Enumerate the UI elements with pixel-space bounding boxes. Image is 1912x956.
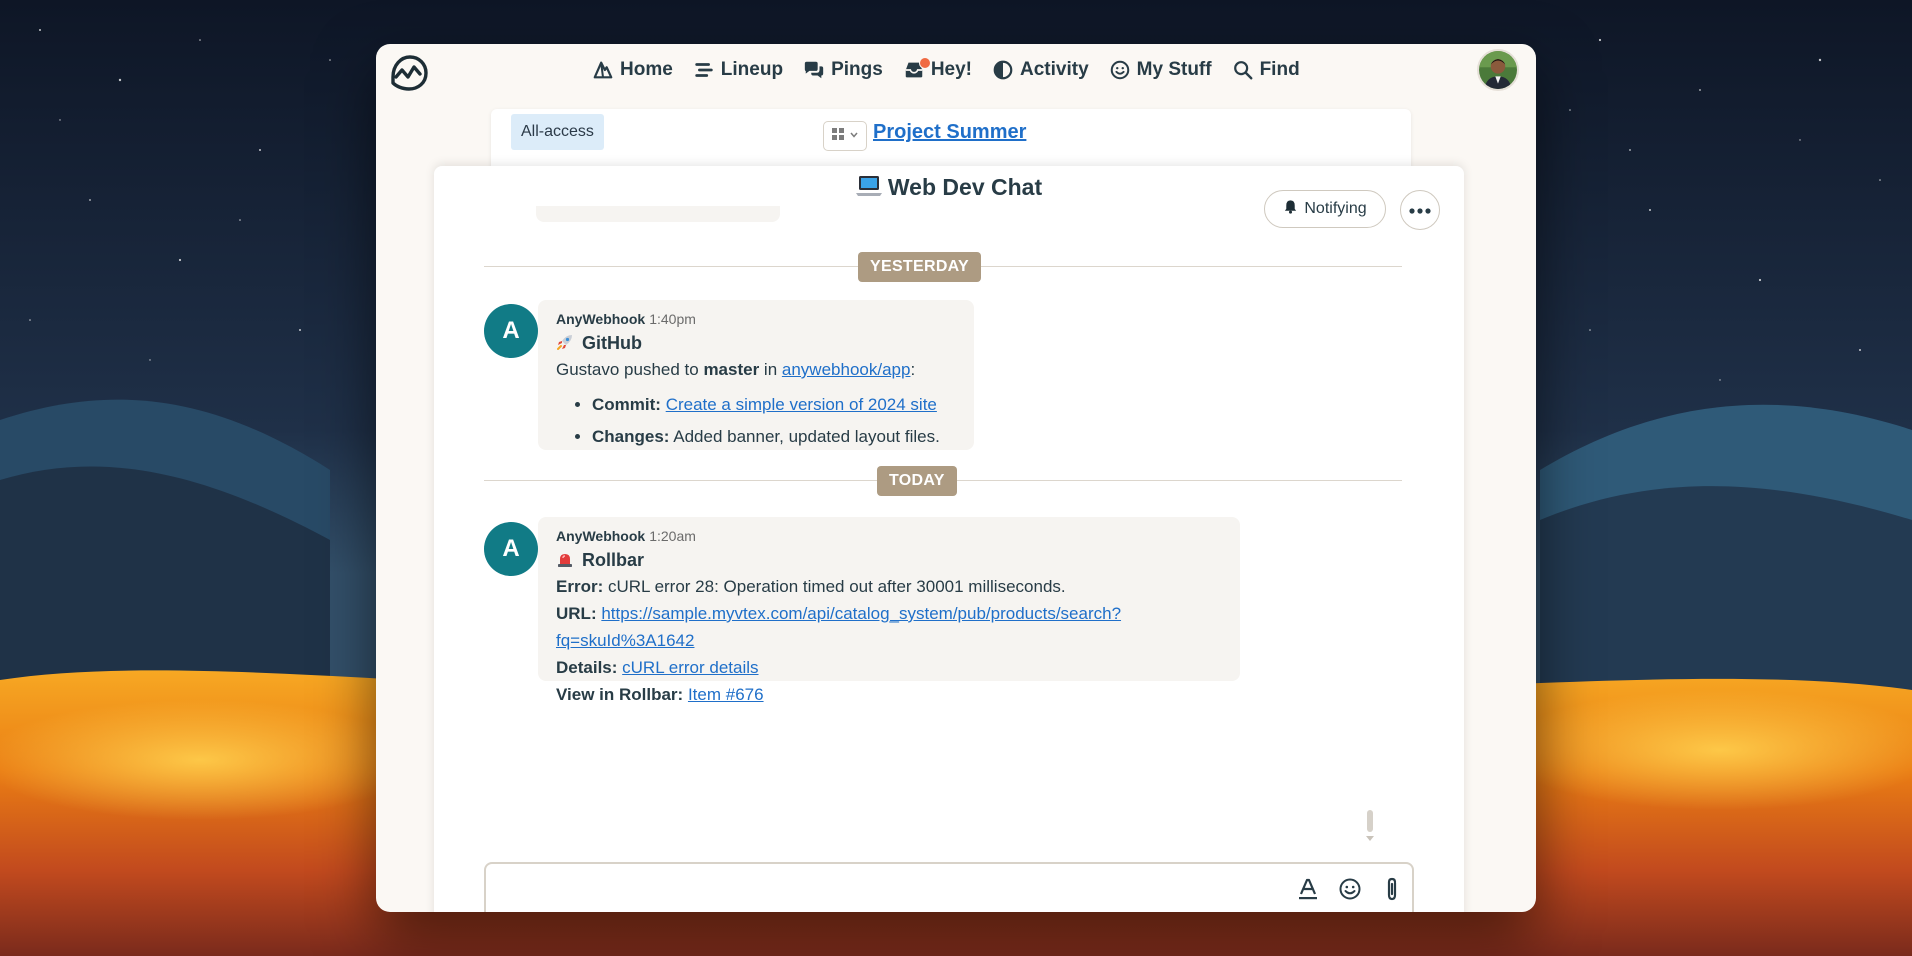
message-composer[interactable] — [484, 862, 1414, 912]
nav-pings-label: Pings — [831, 59, 883, 80]
rollbar-label: View in Rollbar: — [556, 685, 684, 704]
nav-home-label: Home — [620, 59, 673, 80]
day-badge-today: TODAY — [877, 466, 957, 496]
access-badge: All-access — [511, 114, 604, 150]
paperclip-icon — [1384, 876, 1400, 907]
bell-icon — [1283, 199, 1298, 219]
nav-lineup[interactable]: Lineup — [683, 59, 793, 81]
rollbar-line: View in Rollbar: Item #676 — [556, 681, 1222, 708]
notifying-label: Notifying — [1304, 200, 1367, 217]
changes-text: Added banner, updated layout files. — [673, 427, 940, 446]
intro-text: Gustavo pushed to — [556, 360, 704, 379]
project-bar: All-access Project Summer — [491, 109, 1411, 169]
intro-text: in — [759, 360, 782, 379]
message-title: Rollbar — [556, 547, 1222, 573]
message-bubble-rollbar: AnyWebhook 1:20am Rollbar Error: cURL err… — [538, 517, 1240, 704]
user-avatar[interactable] — [1477, 49, 1519, 91]
nav-my-stuff[interactable]: My Stuff — [1099, 59, 1222, 81]
rollbar-item-link[interactable]: Item #676 — [688, 685, 764, 704]
nav-lineup-label: Lineup — [720, 59, 784, 80]
notification-dot — [918, 57, 931, 69]
list-item: Changes: Added banner, updated layout fi… — [592, 421, 956, 453]
list-item: Commit: Create a simple version of 2024 … — [592, 389, 956, 421]
intro-text: : — [910, 360, 916, 379]
home-icon — [592, 59, 614, 81]
url-link[interactable]: https://sample.myvtex.com/api/catalog_sy… — [601, 604, 1121, 623]
nav-find-label: Find — [1259, 59, 1300, 80]
grid-icon — [831, 127, 845, 146]
commit-link[interactable]: Create a simple version of 2024 site — [666, 395, 937, 414]
branch-name: master — [703, 360, 760, 379]
chat-card: Web Dev Chat Notifying YESTERDAY A AnyWe… — [434, 166, 1464, 912]
message-title-text: Rollbar — [582, 550, 645, 570]
nav-activity[interactable]: Activity — [982, 59, 1099, 81]
message-avatar[interactable]: A — [484, 304, 538, 358]
laptop-icon — [855, 174, 882, 204]
message-meta: AnyWebhook 1:40pm — [556, 310, 956, 328]
message-title-text: GitHub — [582, 333, 642, 353]
message-input[interactable] — [498, 874, 1282, 910]
nav-home[interactable]: Home — [582, 59, 683, 81]
url-line: URL: https://sample.myvtex.com/api/catal… — [556, 600, 1222, 654]
message-time[interactable]: 1:40pm — [649, 311, 696, 327]
changes-label: Changes: — [592, 427, 670, 446]
activity-icon — [992, 59, 1014, 81]
app-window: Home Lineup Pings Hey! Activity My Stuff… — [376, 44, 1536, 912]
details-label: Details: — [556, 658, 618, 677]
url-label: URL: — [556, 604, 597, 623]
message-author[interactable]: AnyWebhook — [556, 528, 645, 544]
app-logo-icon[interactable] — [386, 50, 430, 94]
details-line: Details: cURL error details — [556, 654, 1222, 681]
nav-my-stuff-label: My Stuff — [1136, 59, 1212, 80]
text-formatting-button[interactable] — [1294, 877, 1322, 905]
nav-activity-label: Activity — [1020, 59, 1089, 80]
text-format-icon — [1297, 877, 1319, 906]
ellipsis-icon — [1409, 201, 1431, 219]
commit-label: Commit: — [592, 395, 661, 414]
message-bubble-github: AnyWebhook 1:40pm GitHub Gustavo pushed t… — [538, 300, 974, 450]
rocket-icon — [556, 332, 574, 350]
top-navigation: Home Lineup Pings Hey! Activity My Stuff… — [376, 44, 1536, 96]
project-switcher-button[interactable] — [823, 121, 867, 151]
nav-find[interactable]: Find — [1222, 59, 1310, 81]
repo-link[interactable]: anywebhook/app — [782, 360, 911, 379]
error-label: Error: — [556, 577, 604, 596]
error-line: Error: cURL error 28: Operation timed ou… — [556, 573, 1222, 600]
search-icon — [1232, 59, 1254, 81]
project-title-link[interactable]: Project Summer — [873, 121, 1026, 144]
my-stuff-icon — [1109, 59, 1131, 81]
message-intro: Gustavo pushed to master in anywebhook/a… — [556, 356, 956, 383]
more-options-button[interactable] — [1400, 190, 1440, 230]
message-time[interactable]: 1:20am — [649, 528, 696, 544]
message-title: GitHub — [556, 330, 956, 356]
nav-hey-label: Hey! — [930, 59, 972, 80]
message-author[interactable]: AnyWebhook — [556, 311, 645, 327]
attach-file-button[interactable] — [1378, 877, 1406, 905]
details-link[interactable]: cURL error details — [622, 658, 758, 677]
error-text: cURL error 28: Operation timed out after… — [607, 577, 1066, 596]
scroll-indicator[interactable] — [1364, 810, 1376, 846]
url-link-continued[interactable]: fq=skuId%3A1642 — [556, 631, 694, 650]
nav-items: Home Lineup Pings Hey! Activity My Stuff… — [582, 54, 1310, 86]
chat-title-text: Web Dev Chat — [887, 174, 1043, 200]
message-meta: AnyWebhook 1:20am — [556, 527, 1222, 545]
nav-hey[interactable]: Hey! — [893, 57, 982, 81]
nav-pings[interactable]: Pings — [793, 59, 893, 81]
emoji-button[interactable] — [1336, 877, 1364, 905]
previous-message-stub — [536, 206, 780, 222]
commit-details-list: Commit: Create a simple version of 2024 … — [556, 389, 956, 453]
day-badge-yesterday: YESTERDAY — [858, 252, 982, 282]
lineup-icon — [693, 59, 715, 81]
message-avatar[interactable]: A — [484, 522, 538, 576]
chevron-down-icon — [849, 127, 859, 145]
smiley-icon — [1338, 877, 1362, 906]
pings-icon — [803, 59, 825, 81]
siren-icon — [556, 549, 574, 567]
notifying-button[interactable]: Notifying — [1264, 190, 1386, 228]
